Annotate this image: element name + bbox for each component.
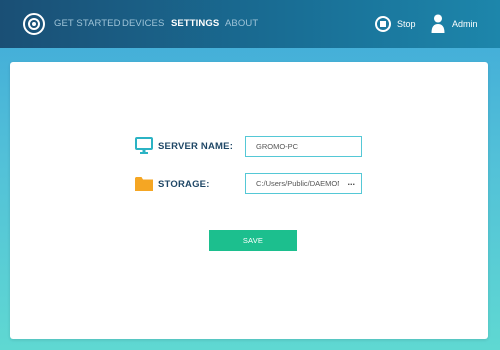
- stop-icon[interactable]: [375, 16, 391, 32]
- top-navigation-bar: GET STARTED DEVICES SETTINGS ABOUT Stop …: [0, 0, 500, 48]
- logo-icon[interactable]: [23, 13, 45, 35]
- folder-icon: [135, 177, 153, 191]
- monitor-icon: [135, 137, 153, 154]
- server-name-label: SERVER NAME:: [158, 141, 234, 152]
- nav-about[interactable]: ABOUT: [225, 18, 258, 29]
- storage-path-field[interactable]: C:/Users/Public/DAEMONSync ...: [245, 173, 362, 194]
- server-name-value: GROMO-PC: [256, 142, 299, 151]
- browse-button[interactable]: ...: [347, 177, 355, 187]
- user-icon[interactable]: [431, 14, 445, 33]
- nav-settings[interactable]: SETTINGS: [171, 18, 219, 29]
- storage-path-value: C:/Users/Public/DAEMONSync: [256, 179, 339, 188]
- nav-get-started[interactable]: GET STARTED: [54, 18, 121, 29]
- stop-button-label[interactable]: Stop: [397, 19, 416, 29]
- settings-panel: SERVER NAME: GROMO-PC STORAGE: C:/Users/…: [10, 62, 488, 339]
- server-name-field[interactable]: GROMO-PC: [245, 136, 362, 157]
- save-button[interactable]: SAVE: [209, 230, 297, 251]
- storage-label: STORAGE:: [158, 179, 210, 190]
- user-name-label[interactable]: Admin: [452, 19, 478, 29]
- nav-devices[interactable]: DEVICES: [122, 18, 164, 29]
